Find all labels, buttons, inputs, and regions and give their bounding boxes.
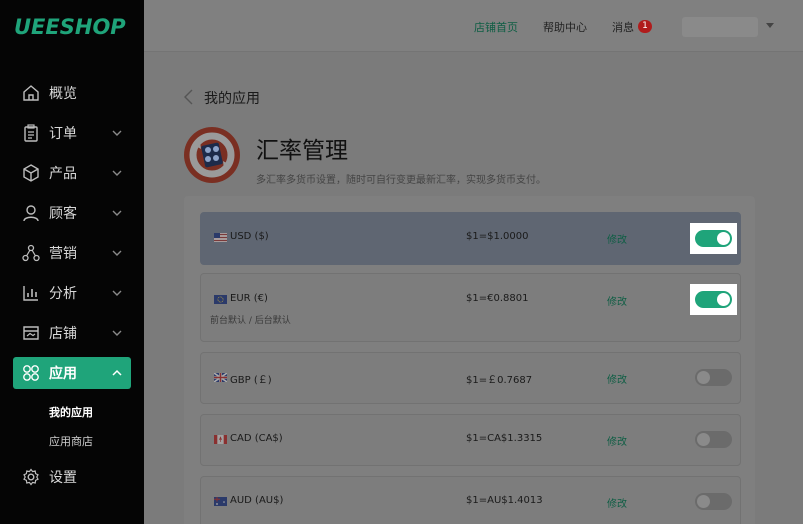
back-arrow-icon[interactable] xyxy=(182,88,196,106)
toggle-knob xyxy=(697,433,710,446)
sidebar-item-label: 店铺 xyxy=(49,326,77,342)
currency-row-usd: USD ($) $1=$1.0000 修改 xyxy=(200,212,741,265)
toggle-knob xyxy=(697,371,710,384)
chevron-down-icon xyxy=(112,290,122,296)
toggle-holder xyxy=(690,362,737,393)
sidebar-item-orders[interactable]: 订单 xyxy=(0,117,144,149)
toggle-highlight xyxy=(690,223,737,254)
gear-icon xyxy=(23,468,39,486)
currency-name: CAD (CA$) xyxy=(230,433,283,444)
top-link-help-center[interactable]: 帮助中心 xyxy=(543,19,587,35)
currency-row-cad: CAD (CA$) $1=CA$1.3315 修改 xyxy=(200,414,741,466)
currency-row-aud: AUD (AU$) $1=AU$1.4013 修改 xyxy=(200,476,741,524)
sidebar: UEESHOP 概览 订单 产品 顾客 营销 分析 店铺 应用 我的应用 应用商… xyxy=(0,0,144,524)
edit-rate-button[interactable]: 修改 xyxy=(607,371,627,386)
currency-enabled-toggle[interactable] xyxy=(695,369,732,386)
sidebar-item-analytics[interactable]: 分析 xyxy=(0,277,144,309)
edit-rate-button[interactable]: 修改 xyxy=(607,293,627,308)
currency-row-eur: EUR (€) $1=€0.8801 修改 前台默认 / 后台默认 xyxy=(200,273,741,342)
edit-rate-button[interactable]: 修改 xyxy=(607,231,627,246)
chevron-down-icon xyxy=(112,210,122,216)
sidebar-item-label: 应用 xyxy=(49,366,77,382)
breadcrumb[interactable]: 我的应用 xyxy=(204,88,260,108)
ueeshop-logo[interactable]: UEESHOP xyxy=(14,12,132,40)
toggle-knob xyxy=(717,293,730,306)
user-icon xyxy=(23,205,39,222)
toggle-knob xyxy=(697,495,710,508)
message-count-badge: 1 xyxy=(638,20,652,33)
currency-enabled-toggle[interactable] xyxy=(695,493,732,510)
sidebar-item-marketing[interactable]: 营销 xyxy=(0,237,144,269)
sidebar-item-label: 设置 xyxy=(49,470,77,486)
us-flag-icon xyxy=(214,233,227,242)
toggle-knob xyxy=(717,232,730,245)
chevron-up-icon xyxy=(112,369,122,376)
chevron-down-icon xyxy=(112,250,122,256)
page-description: 多汇率多货币设置，随时可自行变更最新汇率，实现多货币支付。 xyxy=(256,175,546,186)
toggle-highlight xyxy=(690,284,737,315)
sidebar-item-label: 营销 xyxy=(49,246,77,262)
sidebar-item-settings[interactable]: 设置 xyxy=(0,461,144,493)
currency-rate: $1=￡0.7687 xyxy=(466,375,533,386)
sidebar-item-label: 概览 xyxy=(49,86,77,102)
share-icon xyxy=(22,244,40,262)
currency-row-gbp: GBP (￡) $1=￡0.7687 修改 xyxy=(200,352,741,404)
sidebar-item-apps[interactable]: 应用 xyxy=(13,357,131,389)
bar-chart-icon xyxy=(23,286,38,301)
caret-down-icon[interactable] xyxy=(766,23,774,28)
currency-rate: $1=€0.8801 xyxy=(466,293,529,304)
home-icon xyxy=(23,85,39,101)
currency-name: AUD (AU$) xyxy=(230,495,284,506)
currency-exchange-app-icon xyxy=(184,127,240,183)
sidebar-item-customers[interactable]: 顾客 xyxy=(0,197,144,229)
clipboard-icon xyxy=(24,124,38,142)
default-currency-note: 前台默认 / 后台默认 xyxy=(210,316,291,326)
chevron-down-icon xyxy=(112,170,122,176)
apps-icon xyxy=(23,365,39,381)
logo-text: UEESHOP xyxy=(14,15,126,39)
currency-name: EUR (€) xyxy=(230,293,268,304)
sidebar-item-store[interactable]: 店铺 xyxy=(0,317,144,349)
page-title: 汇率管理 xyxy=(256,138,348,164)
sidebar-item-label: 订单 xyxy=(49,126,77,142)
sidebar-subitem-app-store[interactable]: 应用商店 xyxy=(49,433,93,449)
currency-name: GBP (￡) xyxy=(230,375,272,386)
eu-flag-icon xyxy=(214,295,227,304)
currency-name: USD ($) xyxy=(230,231,269,242)
currency-enabled-toggle[interactable] xyxy=(695,230,732,247)
top-link-store-home[interactable]: 店铺首页 xyxy=(474,19,518,35)
user-menu[interactable] xyxy=(682,17,758,37)
au-flag-icon xyxy=(214,497,227,506)
store-icon xyxy=(23,326,39,340)
sidebar-item-label: 顾客 xyxy=(49,206,77,222)
currency-rate: $1=CA$1.3315 xyxy=(466,433,543,444)
sidebar-item-label: 产品 xyxy=(49,166,77,182)
chevron-down-icon xyxy=(112,130,122,136)
sidebar-item-overview[interactable]: 概览 xyxy=(0,77,144,109)
edit-rate-button[interactable]: 修改 xyxy=(607,433,627,448)
uk-flag-icon xyxy=(214,373,227,382)
sidebar-subitem-my-apps[interactable]: 我的应用 xyxy=(49,404,93,420)
toggle-holder xyxy=(690,486,737,517)
currency-enabled-toggle[interactable] xyxy=(695,291,732,308)
currency-rate: $1=AU$1.4013 xyxy=(466,495,543,506)
box-icon xyxy=(23,164,39,182)
edit-rate-button[interactable]: 修改 xyxy=(607,495,627,510)
ca-flag-icon xyxy=(214,435,227,444)
currency-rate: $1=$1.0000 xyxy=(466,231,529,242)
toggle-holder xyxy=(690,424,737,455)
sidebar-item-label: 分析 xyxy=(49,286,77,302)
sidebar-item-products[interactable]: 产品 xyxy=(0,157,144,189)
chevron-down-icon xyxy=(112,330,122,336)
currency-enabled-toggle[interactable] xyxy=(695,431,732,448)
top-link-messages[interactable]: 消息 xyxy=(612,19,634,35)
